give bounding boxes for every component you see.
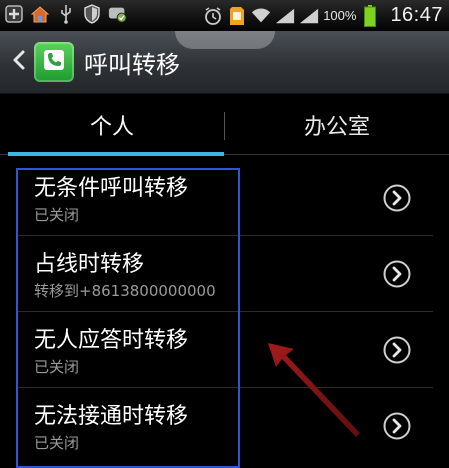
- sd-card-icon: [227, 6, 247, 26]
- home-icon: [30, 4, 50, 24]
- page-title: 呼叫转移: [84, 50, 180, 79]
- phone-app-icon[interactable]: [34, 42, 74, 82]
- action-bar: 呼叫转移: [0, 31, 449, 94]
- chevron-right-icon[interactable]: [383, 184, 411, 212]
- arrow-annotation: [268, 343, 360, 437]
- status-notifications: [4, 4, 128, 24]
- shield-icon: [82, 4, 102, 24]
- highlight-box-annotation: [16, 168, 240, 468]
- wifi-icon: [251, 6, 271, 26]
- tab-selected-indicator: [8, 152, 224, 156]
- tab-bar: 个人 办公室: [0, 94, 449, 156]
- sim-icon: [299, 6, 319, 26]
- back-button[interactable]: [4, 31, 34, 93]
- chevron-right-icon[interactable]: [383, 412, 411, 440]
- usb-icon: [56, 4, 76, 24]
- clock: 16:47: [390, 4, 443, 26]
- chevron-right-icon[interactable]: [383, 336, 411, 364]
- tab-personal[interactable]: 个人: [0, 94, 224, 156]
- battery-icon: [360, 4, 380, 27]
- status-bar: 100% 16:47: [0, 0, 449, 32]
- status-system: 100% 16:47: [203, 4, 443, 27]
- alarm-icon: [203, 6, 223, 26]
- chevron-right-icon[interactable]: [383, 260, 411, 288]
- signal-icon: [275, 6, 295, 26]
- message-icon: [108, 4, 128, 24]
- phone-icon: [41, 47, 67, 77]
- plus-box-icon: [4, 4, 24, 24]
- tab-office[interactable]: 办公室: [225, 94, 449, 156]
- battery-percent: 100%: [323, 8, 357, 23]
- chevron-left-icon: [12, 49, 26, 75]
- action-bar-glow: [175, 31, 275, 49]
